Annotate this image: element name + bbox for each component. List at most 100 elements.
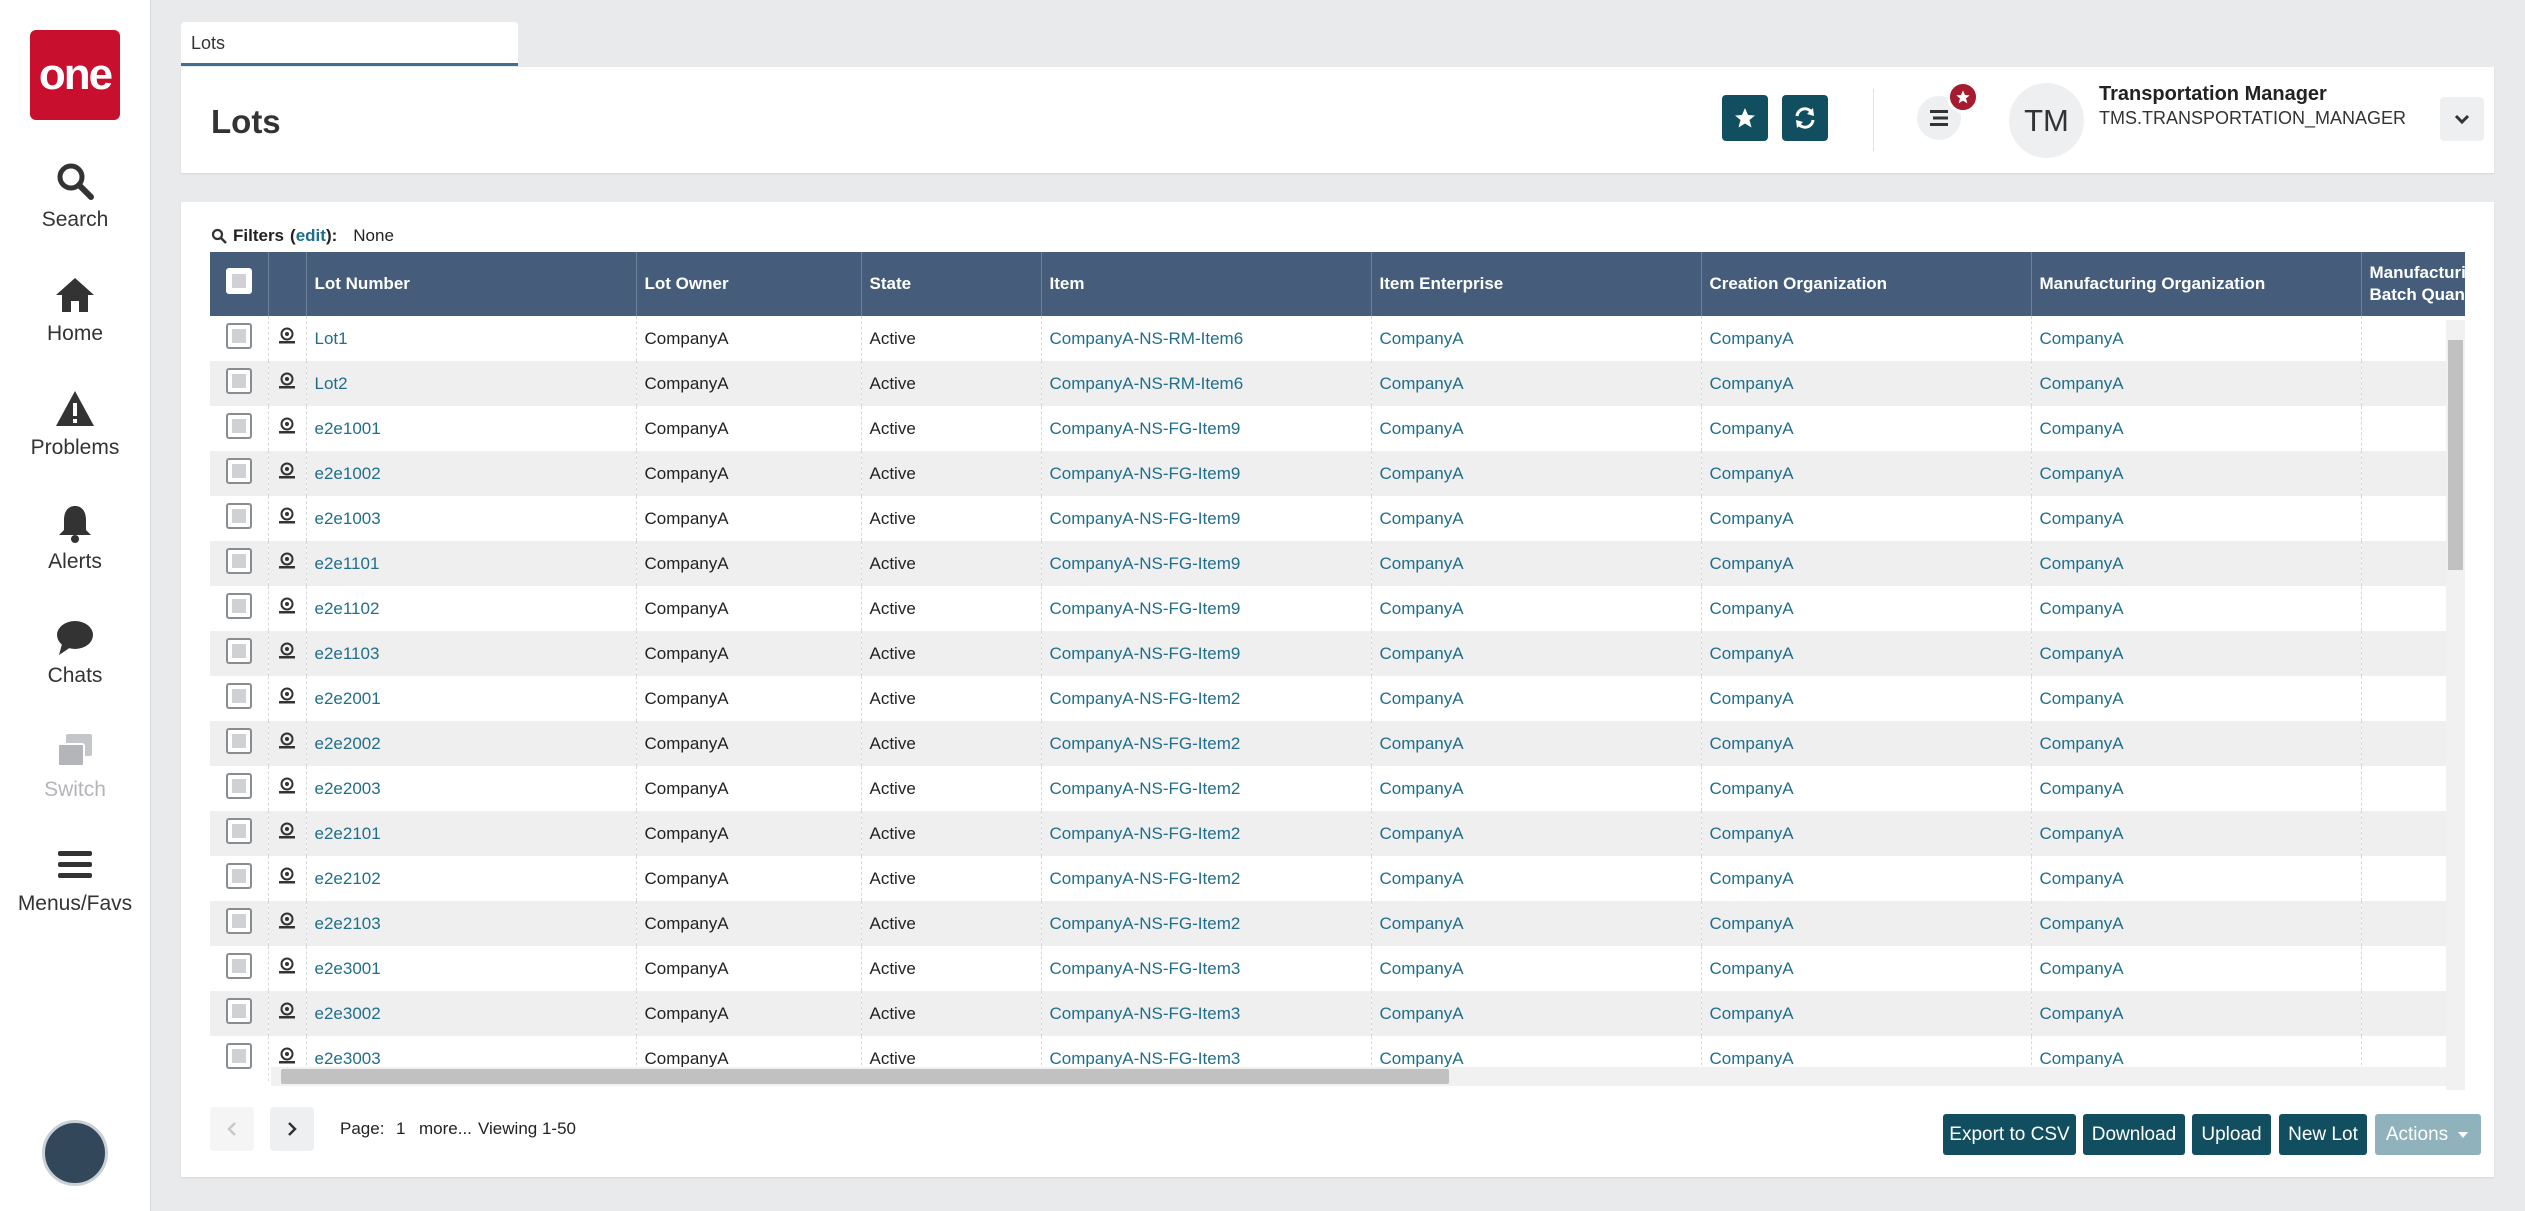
table-row[interactable]: e2e1102 CompanyA Active CompanyA-NS-FG-Item… bbox=[210, 586, 2465, 631]
table-cell-link[interactable]: e2e2103 bbox=[315, 914, 381, 933]
table-cell-link[interactable]: CompanyA bbox=[1380, 779, 1464, 798]
table-cell-link[interactable]: CompanyA bbox=[1710, 374, 1794, 393]
table-cell-link[interactable]: CompanyA bbox=[1380, 644, 1464, 663]
table-cell-link[interactable]: CompanyA bbox=[1380, 824, 1464, 843]
table-cell-link[interactable]: e2e1001 bbox=[315, 419, 381, 438]
table-row[interactable]: e2e2101 CompanyA Active CompanyA-NS-FG-Item… bbox=[210, 811, 2465, 856]
lot-detail-icon[interactable] bbox=[277, 731, 297, 751]
table-cell-link[interactable]: CompanyA bbox=[2040, 824, 2124, 843]
row-checkbox[interactable] bbox=[225, 368, 252, 394]
next-page-button[interactable] bbox=[270, 1107, 314, 1151]
more-pages-link[interactable]: more... bbox=[419, 1119, 472, 1139]
table-cell-link[interactable]: CompanyA-NS-FG-Item9 bbox=[1050, 554, 1241, 573]
table-cell-link[interactable]: CompanyA bbox=[1380, 689, 1464, 708]
lot-detail-icon[interactable] bbox=[277, 821, 297, 841]
table-cell-link[interactable]: CompanyA bbox=[1710, 644, 1794, 663]
table-cell-link[interactable]: CompanyA bbox=[1380, 1004, 1464, 1023]
prev-page-button[interactable] bbox=[210, 1107, 254, 1151]
table-cell-link[interactable]: CompanyA bbox=[1710, 1049, 1794, 1068]
table-cell-link[interactable]: CompanyA bbox=[1710, 599, 1794, 618]
lot-detail-icon[interactable] bbox=[277, 641, 297, 661]
row-checkbox[interactable] bbox=[225, 503, 252, 529]
row-checkbox[interactable] bbox=[225, 638, 252, 664]
table-cell-link[interactable]: e2e1101 bbox=[315, 554, 380, 573]
table-cell-link[interactable]: Lot2 bbox=[315, 374, 348, 393]
table-cell-link[interactable]: CompanyA bbox=[2040, 509, 2124, 528]
table-cell-link[interactable]: CompanyA bbox=[1710, 824, 1794, 843]
table-cell-link[interactable]: e2e1103 bbox=[315, 644, 380, 663]
table-cell-link[interactable]: Lot1 bbox=[315, 329, 348, 348]
table-cell-link[interactable]: e2e2003 bbox=[315, 779, 381, 798]
table-cell-link[interactable]: CompanyA bbox=[2040, 329, 2124, 348]
table-cell-link[interactable]: CompanyA bbox=[2040, 464, 2124, 483]
table-cell-link[interactable]: CompanyA bbox=[2040, 779, 2124, 798]
lot-detail-icon[interactable] bbox=[277, 1046, 297, 1066]
table-cell-link[interactable]: CompanyA bbox=[2040, 959, 2124, 978]
table-cell-link[interactable]: e2e2002 bbox=[315, 734, 381, 753]
lot-detail-icon[interactable] bbox=[277, 506, 297, 526]
row-checkbox[interactable] bbox=[225, 593, 252, 619]
table-cell-link[interactable]: e2e1102 bbox=[315, 599, 380, 618]
table-cell-link[interactable]: CompanyA bbox=[2040, 374, 2124, 393]
vertical-scrollbar[interactable] bbox=[2446, 320, 2465, 1090]
lot-detail-icon[interactable] bbox=[277, 866, 297, 886]
nav-menus-favs[interactable]: Menus/Favs bbox=[0, 844, 150, 916]
lot-detail-icon[interactable] bbox=[277, 1001, 297, 1021]
actions-menu-button[interactable]: Actions bbox=[2375, 1114, 2481, 1155]
table-row[interactable]: e2e1103 CompanyA Active CompanyA-NS-FG-Item… bbox=[210, 631, 2465, 676]
new-lot-button[interactable]: New Lot bbox=[2279, 1114, 2367, 1155]
row-checkbox[interactable] bbox=[225, 458, 252, 484]
table-cell-link[interactable]: CompanyA-NS-FG-Item2 bbox=[1050, 869, 1241, 888]
table-cell-link[interactable]: CompanyA bbox=[1380, 959, 1464, 978]
lot-detail-icon[interactable] bbox=[277, 326, 297, 346]
refresh-button[interactable] bbox=[1782, 95, 1828, 141]
table-cell-link[interactable]: CompanyA bbox=[1380, 599, 1464, 618]
table-cell-link[interactable]: CompanyA-NS-FG-Item9 bbox=[1050, 644, 1241, 663]
table-cell-link[interactable]: CompanyA bbox=[1380, 329, 1464, 348]
table-cell-link[interactable]: CompanyA bbox=[1710, 779, 1794, 798]
table-cell-link[interactable]: CompanyA bbox=[2040, 914, 2124, 933]
lot-detail-icon[interactable] bbox=[277, 461, 297, 481]
table-row[interactable]: e2e1003 CompanyA Active CompanyA-NS-FG-Item… bbox=[210, 496, 2465, 541]
table-cell-link[interactable]: CompanyA bbox=[1710, 419, 1794, 438]
table-row[interactable]: e2e2103 CompanyA Active CompanyA-NS-FG-Item… bbox=[210, 901, 2465, 946]
table-cell-link[interactable]: CompanyA-NS-RM-Item6 bbox=[1050, 329, 1244, 348]
table-cell-link[interactable]: CompanyA bbox=[2040, 734, 2124, 753]
user-menu-dropdown[interactable] bbox=[2440, 97, 2484, 141]
nav-chats[interactable]: Chats bbox=[0, 616, 150, 688]
column-header[interactable]: Item Enterprise bbox=[1371, 252, 1702, 316]
table-cell-link[interactable]: e2e3002 bbox=[315, 1004, 381, 1023]
row-checkbox[interactable] bbox=[225, 908, 252, 934]
table-cell-link[interactable]: e2e3001 bbox=[315, 959, 381, 978]
row-checkbox[interactable] bbox=[225, 818, 252, 844]
table-cell-link[interactable]: CompanyA bbox=[2040, 419, 2124, 438]
table-row[interactable]: e2e2001 CompanyA Active CompanyA-NS-FG-Item… bbox=[210, 676, 2465, 721]
table-cell-link[interactable]: CompanyA bbox=[1380, 419, 1464, 438]
table-row[interactable]: e2e3002 CompanyA Active CompanyA-NS-FG-Item… bbox=[210, 991, 2465, 1036]
tab-lots[interactable]: Lots bbox=[181, 22, 518, 66]
table-row[interactable]: e2e2102 CompanyA Active CompanyA-NS-FG-Item… bbox=[210, 856, 2465, 901]
column-header[interactable]: Creation Organization bbox=[1701, 252, 2032, 316]
table-cell-link[interactable]: CompanyA bbox=[1710, 959, 1794, 978]
lot-detail-icon[interactable] bbox=[277, 551, 297, 571]
table-cell-link[interactable]: CompanyA bbox=[2040, 599, 2124, 618]
nav-problems[interactable]: Problems bbox=[0, 388, 150, 460]
horizontal-scroll-thumb[interactable] bbox=[281, 1069, 1449, 1084]
column-header[interactable]: State bbox=[861, 252, 1042, 316]
row-checkbox[interactable] bbox=[225, 728, 252, 754]
table-cell-link[interactable]: CompanyA-NS-FG-Item2 bbox=[1050, 914, 1241, 933]
table-row[interactable]: Lot2 CompanyA Active CompanyA-NS-RM-Item6 Co… bbox=[210, 361, 2465, 406]
lot-detail-icon[interactable] bbox=[277, 416, 297, 436]
table-row[interactable]: e2e1101 CompanyA Active CompanyA-NS-FG-Item… bbox=[210, 541, 2465, 586]
table-cell-link[interactable]: CompanyA-NS-FG-Item3 bbox=[1050, 959, 1241, 978]
table-cell-link[interactable]: CompanyA-NS-FG-Item9 bbox=[1050, 599, 1241, 618]
select-all-checkbox[interactable] bbox=[225, 268, 252, 294]
table-cell-link[interactable]: e2e2102 bbox=[315, 869, 381, 888]
table-cell-link[interactable]: CompanyA-NS-FG-Item3 bbox=[1050, 1004, 1241, 1023]
table-cell-link[interactable]: CompanyA bbox=[2040, 689, 2124, 708]
lot-detail-icon[interactable] bbox=[277, 956, 297, 976]
table-cell-link[interactable]: e2e3003 bbox=[315, 1049, 381, 1068]
row-checkbox[interactable] bbox=[225, 953, 252, 979]
download-button[interactable]: Download bbox=[2083, 1114, 2185, 1155]
table-cell-link[interactable]: CompanyA bbox=[2040, 1004, 2124, 1023]
